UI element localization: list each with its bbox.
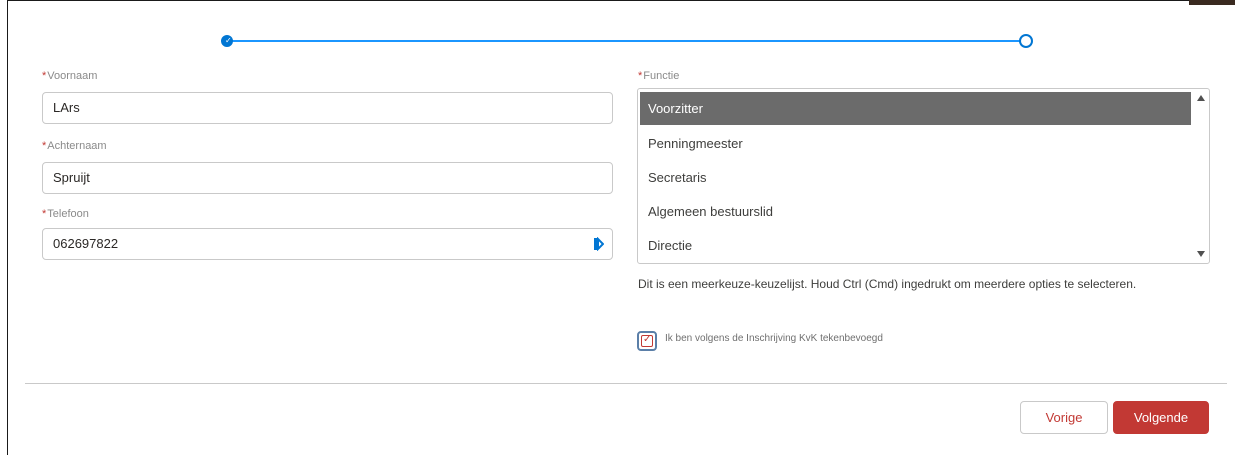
phone-label: *Telefoon xyxy=(42,208,89,220)
function-label-text: Functie xyxy=(643,70,680,82)
phone-input[interactable]: 062697822 xyxy=(42,228,613,260)
progress-indicator: ✓ xyxy=(221,34,1033,48)
phone-value: 062697822 xyxy=(53,236,119,251)
first-name-input[interactable]: LArs xyxy=(42,92,613,124)
checkbox-inner: ✓ xyxy=(641,334,653,347)
required-marker: * xyxy=(42,208,47,220)
footer-divider xyxy=(25,383,1227,384)
scroll-up-arrow-icon[interactable] xyxy=(1197,95,1205,101)
phone-label-text: Telefoon xyxy=(47,208,89,220)
progress-step-completed[interactable]: ✓ xyxy=(221,35,233,47)
first-name-label: *Voornaam xyxy=(42,70,97,82)
last-name-input[interactable]: Spruijt xyxy=(42,162,613,194)
function-help-text: Dit is een meerkeuze-keuzelijst. Houd Ct… xyxy=(638,277,1137,291)
previous-button[interactable]: Vorige xyxy=(1020,401,1108,434)
function-option-algemeen-bestuurslid[interactable]: Algemeen bestuurslid xyxy=(640,195,1191,228)
corner-mark xyxy=(1189,0,1235,5)
function-option-secretaris[interactable]: Secretaris xyxy=(640,161,1191,194)
required-marker: * xyxy=(638,70,643,82)
progress-step-current[interactable] xyxy=(1019,34,1033,48)
last-name-label-text: Achternaam xyxy=(47,140,107,152)
authorized-checkbox-label[interactable]: Ik ben volgens de Inschrijving KvK teken… xyxy=(665,333,883,344)
last-name-label: *Achternaam xyxy=(42,140,107,152)
listbox-scrollbar[interactable] xyxy=(1193,89,1209,263)
function-option-directie[interactable]: Directie xyxy=(640,229,1191,262)
last-name-value: Spruijt xyxy=(53,170,90,185)
required-marker: * xyxy=(42,70,47,82)
phone-icon[interactable] xyxy=(594,237,604,251)
first-name-label-text: Voornaam xyxy=(47,70,98,82)
first-name-value: LArs xyxy=(53,100,80,115)
check-icon: ✓ xyxy=(643,334,652,345)
next-button[interactable]: Volgende xyxy=(1113,401,1209,434)
function-option-voorzitter[interactable]: Voorzitter xyxy=(640,92,1191,125)
function-label: *Functie xyxy=(638,70,679,82)
scroll-down-arrow-icon[interactable] xyxy=(1197,251,1205,257)
function-listbox[interactable]: Voorzitter Penningmeester Secretaris Alg… xyxy=(637,88,1210,264)
progress-line xyxy=(231,40,1023,42)
check-icon: ✓ xyxy=(225,36,232,45)
required-marker: * xyxy=(42,140,47,152)
function-option-penningmeester[interactable]: Penningmeester xyxy=(640,127,1191,160)
authorized-checkbox[interactable]: ✓ xyxy=(637,331,657,351)
